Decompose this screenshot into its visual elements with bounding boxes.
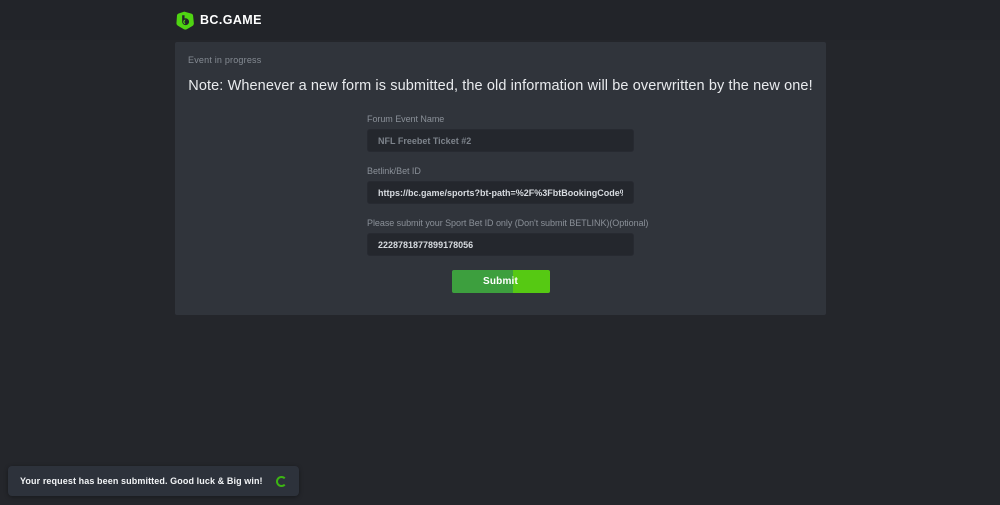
spinner-icon [276,476,287,487]
submit-row: Submit [367,270,634,293]
event-form-card: Event in progress Note: Whenever a new f… [175,42,826,315]
bcgame-logo[interactable]: BC.GAME [176,11,262,30]
sport-bet-id-group: Please submit your Sport Bet ID only (Do… [367,217,634,256]
logo-text: BC.GAME [200,13,262,27]
betlink-group: Betlink/Bet ID [367,165,634,204]
event-status-label: Event in progress [188,55,826,65]
bcgame-logo-icon [176,11,194,30]
overwrite-note: Note: Whenever a new form is submitted, … [175,78,826,94]
forum-event-name-group: Forum Event Name [367,113,634,152]
event-form: Forum Event Name Betlink/Bet ID Please s… [367,113,634,293]
betlink-label: Betlink/Bet ID [367,165,634,177]
forum-event-name-label: Forum Event Name [367,113,634,125]
toast-notification: Your request has been submitted. Good lu… [8,466,299,496]
app-header: BC.GAME [0,0,1000,40]
sport-bet-id-input[interactable] [367,233,634,256]
submit-button[interactable]: Submit [452,270,550,293]
toast-message: Your request has been submitted. Good lu… [20,476,263,486]
sport-bet-id-label: Please submit your Sport Bet ID only (Do… [367,217,634,229]
forum-event-name-input[interactable] [367,129,634,152]
betlink-input[interactable] [367,181,634,204]
